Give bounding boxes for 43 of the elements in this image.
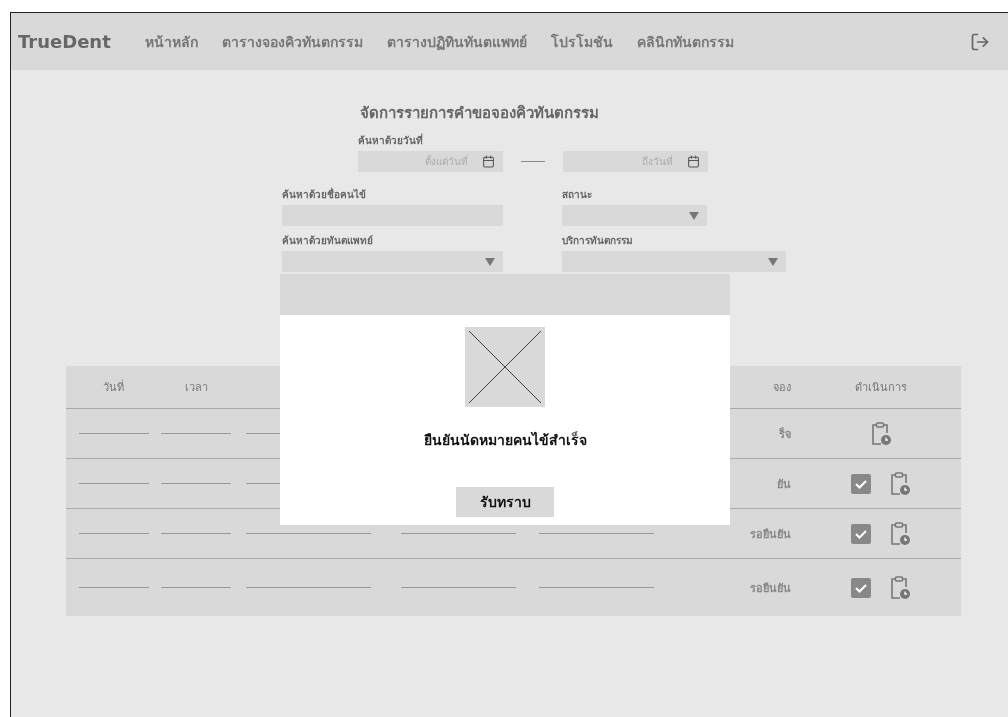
field-label: ค้นหาด้วยชื่อคนไข้ — [282, 187, 367, 202]
clipboard-clock-icon[interactable] — [889, 471, 911, 496]
blank-line — [78, 483, 149, 484]
column-header: เวลา — [184, 380, 208, 396]
checkbox-icon[interactable] — [851, 473, 871, 494]
blank-line — [161, 483, 231, 484]
blank-line — [78, 587, 149, 588]
field-label: บริการทันตกรรม — [562, 234, 634, 248]
clipboard-clock-icon[interactable] — [889, 575, 911, 600]
checkbox-icon[interactable] — [851, 523, 871, 544]
blank-line — [161, 533, 231, 534]
nav-link[interactable]: ตารางปฏิทินทันตแพทย์ — [386, 30, 527, 53]
select-field[interactable] — [562, 251, 786, 272]
blank-line — [161, 587, 231, 588]
clipboard-clock-icon[interactable] — [870, 421, 892, 446]
blank-line — [78, 433, 149, 434]
page-title: จัดการรายการคำขอจองคิวทันตกรรม — [360, 103, 600, 124]
nav-link[interactable]: ตารางจองคิวทันตกรรม — [221, 30, 363, 53]
status-text: ยัน — [777, 476, 791, 493]
checkbox-icon[interactable] — [851, 577, 871, 598]
brand-logo[interactable]: TrueDent — [18, 31, 111, 52]
column-header: ดำเนินการ — [855, 380, 907, 396]
column-header: จอง — [773, 380, 791, 396]
dialog-message: ยืนยันนัดหมายคนไข้สำเร็จ — [423, 430, 587, 450]
logout-icon[interactable] — [970, 31, 990, 52]
status-text: รอยืนยัน — [750, 580, 791, 597]
status-text: ร็จ — [779, 426, 791, 443]
nav-link[interactable]: หน้าหลัก — [144, 30, 198, 53]
acknowledge-button[interactable]: รับทราบ — [456, 487, 554, 517]
nav-link[interactable]: โปรโมชัน — [550, 30, 613, 53]
clipboard-clock-icon[interactable] — [889, 521, 911, 546]
calendar-icon[interactable] — [482, 155, 495, 168]
field-label: สถานะ — [562, 188, 593, 202]
nav-link[interactable]: คลินิกทันตกรรม — [636, 30, 734, 53]
blank-line — [78, 533, 149, 534]
status-text: รอยืนยัน — [750, 526, 791, 543]
field-label: ค้นหาด้วยทันตแพทย์ — [282, 234, 374, 248]
select-field[interactable] — [282, 251, 503, 272]
field-label: ค้นหาด้วยวันที่ — [358, 133, 423, 148]
column-header: วันที่ — [103, 378, 124, 396]
calendar-icon[interactable] — [687, 155, 700, 168]
blank-line — [161, 433, 231, 434]
select-field[interactable] — [562, 205, 707, 226]
